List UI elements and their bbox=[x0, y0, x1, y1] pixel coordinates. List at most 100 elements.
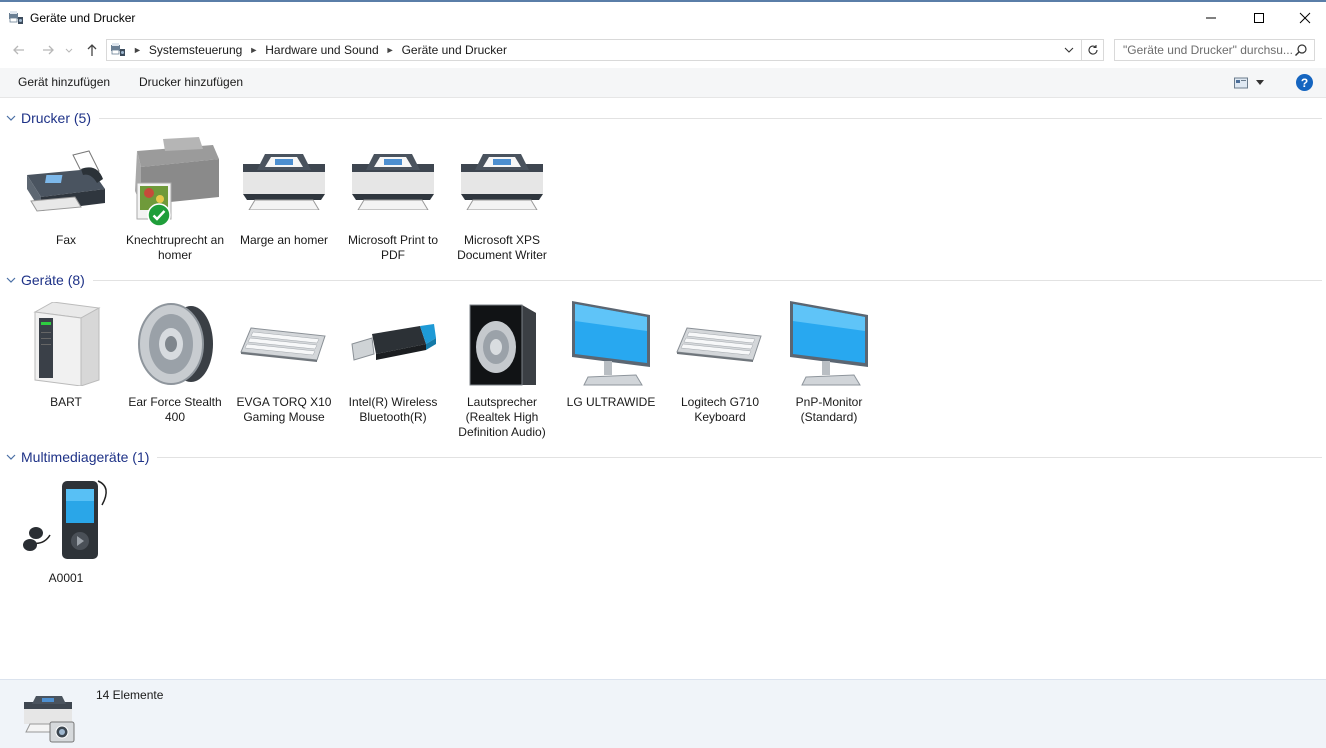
printer-icon bbox=[243, 154, 325, 210]
group-header-devices[interactable]: Geräte (8) bbox=[6, 271, 1322, 289]
breadcrumb-geraete-und-drucker[interactable]: Geräte und Drucker bbox=[402, 43, 507, 57]
maximize-button[interactable] bbox=[1236, 2, 1282, 34]
device-label: Marge an homer bbox=[239, 233, 329, 247]
computer-tower-icon bbox=[33, 302, 101, 386]
group-divider bbox=[92, 279, 1322, 281]
search-icon[interactable] bbox=[1294, 43, 1308, 57]
add-printer-button[interactable]: Drucker hinzufügen bbox=[139, 75, 243, 89]
devices-printers-icon bbox=[9, 11, 23, 24]
chevron-right-icon[interactable]: ► bbox=[386, 45, 395, 55]
device-tile-evga-mouse[interactable]: EVGA TORQ X10 Gaming Mouse bbox=[230, 301, 338, 425]
chevron-down-icon bbox=[6, 115, 16, 121]
speaker-box-icon bbox=[469, 304, 536, 386]
view-icon bbox=[1234, 77, 1248, 89]
change-view-button[interactable] bbox=[1234, 76, 1268, 90]
device-tile-pnp-monitor[interactable]: PnP-Monitor (Standard) bbox=[775, 301, 883, 425]
printer-icon bbox=[461, 154, 543, 210]
minimize-icon bbox=[1206, 17, 1216, 19]
group-header-printers[interactable]: Drucker (5) bbox=[6, 109, 1322, 127]
minimize-button[interactable] bbox=[1188, 2, 1234, 34]
device-tile-a0001[interactable]: A0001 bbox=[12, 477, 120, 586]
devices-printers-icon bbox=[111, 43, 125, 56]
address-bar[interactable]: ► Systemsteuerung ► Hardware und Sound ►… bbox=[106, 39, 1104, 61]
device-tile-logitech-keyboard[interactable]: Logitech G710 Keyboard bbox=[666, 301, 774, 425]
back-button[interactable] bbox=[9, 40, 29, 60]
usb-dongle-icon bbox=[351, 324, 436, 361]
device-tile-print-to-pdf[interactable]: Microsoft Print to PDF bbox=[339, 139, 447, 263]
devices-printers-icon bbox=[24, 696, 75, 743]
group-title: Drucker (5) bbox=[21, 110, 92, 126]
search-box[interactable] bbox=[1114, 39, 1315, 61]
command-bar: Gerät hinzufügen Drucker hinzufügen ? bbox=[0, 68, 1326, 98]
forward-button[interactable] bbox=[38, 40, 58, 60]
recent-locations-button[interactable] bbox=[62, 40, 76, 60]
arrow-right-icon bbox=[43, 45, 54, 55]
title-bar[interactable]: Geräte und Drucker bbox=[0, 2, 1326, 34]
device-label: Microsoft Print to PDF bbox=[347, 233, 439, 262]
group-header-multimedia[interactable]: Multimediageräte (1) bbox=[6, 448, 1322, 466]
device-tile-lautsprecher[interactable]: Lautsprecher (Realtek High Definition Au… bbox=[448, 301, 556, 440]
add-device-button[interactable]: Gerät hinzufügen bbox=[18, 75, 110, 89]
group-title: Multimediageräte (1) bbox=[21, 449, 150, 465]
refresh-button[interactable] bbox=[1081, 40, 1103, 60]
device-label: Knechtruprecht an homer bbox=[125, 233, 225, 262]
breadcrumb-systemsteuerung[interactable]: Systemsteuerung bbox=[149, 43, 242, 57]
group-divider bbox=[157, 456, 1322, 458]
printer-icon bbox=[352, 154, 434, 210]
help-icon: ? bbox=[1300, 75, 1309, 90]
keyboard-icon bbox=[240, 327, 326, 362]
photo-printer-icon bbox=[135, 137, 219, 220]
chevron-down-icon bbox=[6, 454, 16, 460]
chevron-right-icon[interactable]: ► bbox=[249, 45, 258, 55]
device-tile-fax[interactable]: Fax bbox=[12, 139, 120, 248]
device-label: Fax bbox=[55, 233, 76, 247]
maximize-icon bbox=[1254, 13, 1264, 23]
device-label: Intel(R) Wireless Bluetooth(R) bbox=[348, 395, 438, 424]
help-button[interactable]: ? bbox=[1296, 74, 1313, 91]
device-tile-xps-writer[interactable]: Microsoft XPS Document Writer bbox=[448, 139, 556, 263]
group-title: Geräte (8) bbox=[21, 272, 85, 288]
default-check-icon bbox=[147, 203, 171, 227]
device-tile-knechtruprecht[interactable]: Knechtruprecht an homer bbox=[121, 137, 229, 263]
device-tile-lg-ultrawide[interactable]: LG ULTRAWIDE bbox=[557, 301, 665, 410]
device-tile-bart[interactable]: BART bbox=[12, 301, 120, 410]
speaker-icon bbox=[138, 303, 213, 385]
search-input[interactable] bbox=[1123, 43, 1299, 57]
chevron-down-icon bbox=[6, 277, 16, 283]
item-count: 14 Elemente bbox=[96, 688, 164, 702]
close-icon bbox=[1299, 12, 1311, 24]
up-button[interactable] bbox=[82, 40, 102, 60]
device-tile-marge-an-homer[interactable]: Marge an homer bbox=[230, 139, 338, 248]
device-label: PnP-Monitor (Standard) bbox=[795, 395, 863, 424]
device-tile-intel-bluetooth[interactable]: Intel(R) Wireless Bluetooth(R) bbox=[339, 301, 447, 425]
close-button[interactable] bbox=[1282, 2, 1326, 34]
device-label: BART bbox=[50, 395, 82, 409]
breadcrumb-hardware-und-sound[interactable]: Hardware und Sound bbox=[265, 43, 378, 57]
window-title: Geräte und Drucker bbox=[30, 11, 136, 25]
monitor-icon bbox=[572, 301, 650, 386]
address-row: ► Systemsteuerung ► Hardware und Sound ►… bbox=[0, 36, 1326, 64]
arrow-left-icon bbox=[13, 45, 24, 55]
device-label: Logitech G710 Keyboard bbox=[680, 395, 760, 424]
device-label: LG ULTRAWIDE bbox=[566, 395, 656, 409]
monitor-icon bbox=[790, 301, 868, 386]
media-player-icon bbox=[23, 480, 107, 559]
device-label: Microsoft XPS Document Writer bbox=[457, 233, 547, 262]
fax-icon bbox=[27, 150, 105, 212]
chevron-down-icon bbox=[1064, 47, 1074, 53]
device-label: Lautsprecher (Realtek High Definition Au… bbox=[458, 395, 546, 439]
device-label: Ear Force Stealth 400 bbox=[128, 395, 222, 424]
chevron-down-icon bbox=[65, 48, 73, 53]
address-history-button[interactable] bbox=[1061, 42, 1077, 58]
content-area: Drucker (5) Fax Knechtruprecht an homer … bbox=[0, 99, 1326, 679]
chevron-right-icon[interactable]: ► bbox=[133, 45, 142, 55]
arrow-up-icon bbox=[87, 44, 97, 56]
details-pane: 14 Elemente bbox=[0, 679, 1326, 748]
caret-down-icon bbox=[1256, 80, 1264, 85]
group-divider bbox=[99, 117, 1322, 119]
keyboard-icon bbox=[676, 327, 762, 362]
device-label: EVGA TORQ X10 Gaming Mouse bbox=[236, 395, 332, 424]
device-label: A0001 bbox=[48, 571, 84, 585]
device-tile-ear-force[interactable]: Ear Force Stealth 400 bbox=[121, 301, 229, 425]
refresh-icon bbox=[1087, 45, 1098, 55]
